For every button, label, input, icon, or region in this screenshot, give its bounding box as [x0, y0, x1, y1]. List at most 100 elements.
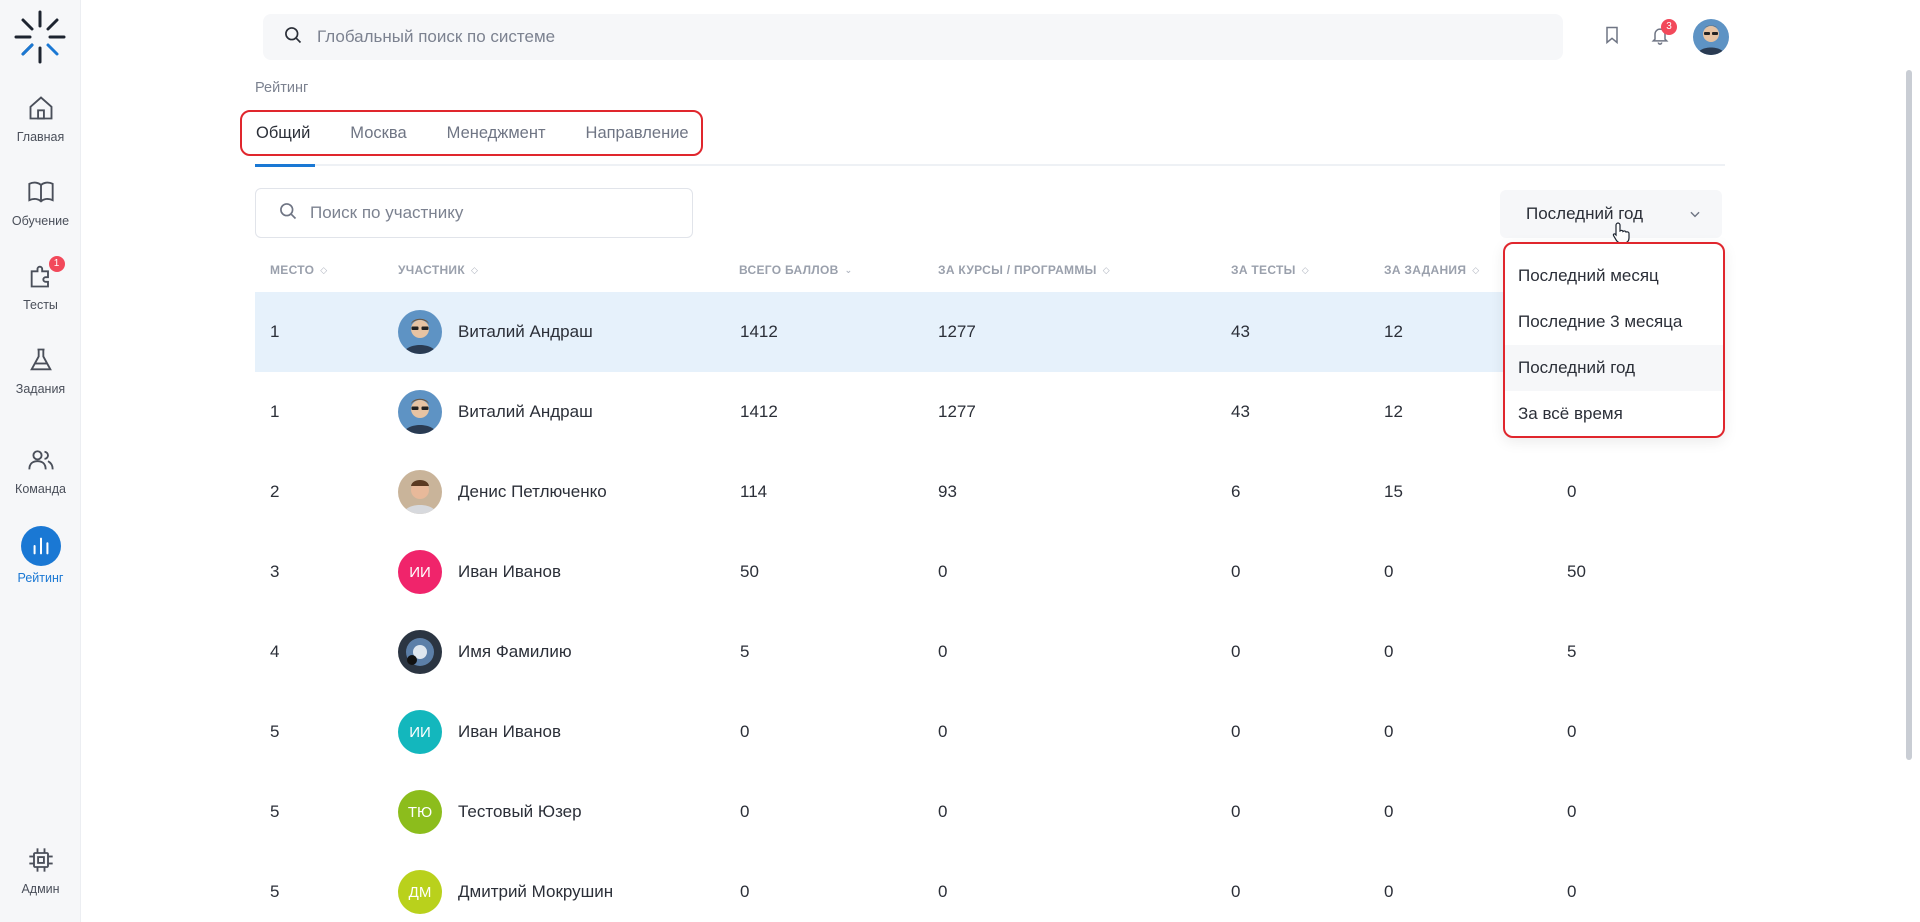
sidebar-item-admin[interactable]: Админ — [0, 846, 81, 896]
table-row[interactable]: 2 Денис Петлюченко 114 93 6 15 0 — [255, 452, 1725, 532]
total-score-cell: 0 — [740, 722, 750, 741]
home-icon — [27, 94, 55, 122]
chart-icon — [20, 526, 61, 566]
participant-cell[interactable]: Виталий Андраш — [398, 388, 593, 436]
search-icon — [278, 201, 298, 226]
search-icon — [283, 25, 303, 50]
table-row[interactable]: 3 ИИ Иван Иванов 50 0 0 0 50 — [255, 532, 1725, 612]
place-cell: 4 — [270, 642, 280, 661]
notifications-badge: 3 — [1661, 19, 1677, 35]
bookmark-button[interactable] — [1597, 22, 1627, 52]
tasks-score-cell: 0 — [1384, 882, 1394, 901]
extra-score-cell: 0 — [1567, 802, 1577, 821]
participant-cell[interactable]: Имя Фамилию — [398, 628, 572, 676]
participant-search-input[interactable]: Поиск по участнику — [255, 188, 693, 238]
sidebar-item-label: Обучение — [11, 214, 70, 228]
place-cell: 5 — [270, 802, 280, 821]
table-row[interactable]: 5 ТЮ Тестовый Юзер 0 0 0 0 0 — [255, 772, 1725, 852]
participant-name: Тестовый Юзер — [458, 802, 582, 821]
scrollbar[interactable] — [1906, 70, 1912, 760]
sort-icon: ◇ — [1102, 264, 1110, 275]
avatar — [398, 630, 442, 674]
participant-cell[interactable]: ТЮ Тестовый Юзер — [398, 788, 582, 836]
period-option-3-months[interactable]: Последние 3 месяца — [1505, 299, 1723, 345]
column-header-tests[interactable]: ЗА ТЕСТЫ ◇ — [1231, 263, 1309, 277]
participant-cell[interactable]: ИИ Иван Иванов — [398, 548, 561, 596]
chip-icon — [27, 846, 55, 874]
courses-score-cell: 0 — [938, 562, 948, 581]
participant-search-placeholder: Поиск по участнику — [310, 203, 464, 222]
sidebar-item-label: Тесты — [23, 298, 58, 312]
courses-score-cell: 1277 — [938, 322, 976, 341]
sort-icon: ◇ — [1472, 264, 1480, 275]
tasks-score-cell: 15 — [1384, 482, 1403, 501]
table-row[interactable]: 5 ИИ Иван Иванов 0 0 0 0 0 — [255, 692, 1725, 772]
tests-score-cell: 0 — [1231, 882, 1241, 901]
extra-score-cell: 5 — [1567, 642, 1577, 661]
period-option-all-time[interactable]: За всё время — [1505, 391, 1723, 437]
tests-score-cell: 6 — [1231, 482, 1241, 501]
sort-desc-icon: ⌄ — [844, 264, 853, 275]
table-row[interactable]: 5 ДМ Дмитрий Мокрушин 0 0 0 0 0 — [255, 852, 1725, 922]
total-score-cell: 1412 — [740, 402, 778, 421]
period-option-year[interactable]: Последний год — [1505, 345, 1723, 391]
avatar: ДМ — [398, 870, 442, 914]
tab-management[interactable]: Менеджмент — [447, 112, 546, 154]
sidebar-item-tasks[interactable]: Задания — [0, 346, 81, 396]
sidebar-item-team[interactable]: Команда — [0, 446, 81, 496]
tab-direction[interactable]: Направление — [586, 112, 689, 154]
courses-score-cell: 0 — [938, 882, 948, 901]
sidebar-item-tests[interactable]: 1 Тесты — [0, 256, 81, 312]
sidebar-item-home[interactable]: Главная — [0, 94, 81, 144]
participant-name: Дмитрий Мокрушин — [458, 882, 614, 901]
user-avatar[interactable] — [1693, 19, 1729, 55]
period-select[interactable]: Последний год — [1500, 190, 1722, 238]
period-dropdown: Последний месяц Последние 3 месяца После… — [1503, 242, 1725, 438]
participant-name: Виталий Андраш — [458, 322, 593, 341]
avatar — [398, 390, 442, 434]
total-score-cell: 1412 — [740, 322, 778, 341]
tests-score-cell: 43 — [1231, 322, 1250, 341]
logo[interactable] — [12, 8, 68, 66]
total-score-cell: 0 — [740, 882, 750, 901]
avatar: ТЮ — [398, 790, 442, 834]
sidebar-item-learning[interactable]: Обучение — [0, 178, 81, 228]
participant-cell[interactable]: ДМ Дмитрий Мокрушин — [398, 868, 613, 916]
period-option-month[interactable]: Последний месяц — [1505, 253, 1723, 299]
tab-general[interactable]: Общий — [256, 112, 310, 154]
participant-cell[interactable]: Виталий Андраш — [398, 308, 593, 356]
participant-cell[interactable]: Денис Петлюченко — [398, 468, 607, 516]
avatar — [398, 470, 442, 514]
participant-cell[interactable]: ИИ Иван Иванов — [398, 708, 561, 756]
sidebar-item-rating[interactable]: Рейтинг — [0, 526, 81, 585]
courses-score-cell: 93 — [938, 482, 957, 501]
place-cell: 1 — [270, 402, 280, 421]
sidebar-item-label: Главная — [16, 130, 65, 144]
courses-score-cell: 1277 — [938, 402, 976, 421]
column-header-courses[interactable]: ЗА КУРСЫ / ПРОГРАММЫ ◇ — [938, 263, 1110, 277]
column-header-place[interactable]: МЕСТО ◇ — [270, 263, 327, 277]
courses-score-cell: 0 — [938, 722, 948, 741]
global-search-input[interactable]: Глобальный поиск по системе — [263, 14, 1563, 60]
column-header-participant[interactable]: УЧАСТНИК ◇ — [398, 263, 478, 277]
global-search-placeholder: Глобальный поиск по системе — [317, 27, 556, 46]
sidebar: Главная Обучение 1 Тесты Задания Команда… — [0, 0, 81, 922]
column-header-tasks[interactable]: ЗА ЗАДАНИЯ ◇ — [1384, 263, 1480, 277]
column-header-total[interactable]: ВСЕГО БАЛЛОВ ⌄ — [739, 263, 852, 277]
tasks-score-cell: 0 — [1384, 562, 1394, 581]
chevron-down-icon — [1688, 207, 1702, 226]
breadcrumb: Рейтинг — [255, 80, 309, 96]
sort-icon: ◇ — [470, 264, 479, 275]
participant-name: Иван Иванов — [458, 722, 562, 741]
total-score-cell: 114 — [740, 482, 768, 501]
period-select-value: Последний год — [1526, 204, 1644, 223]
tab-moscow[interactable]: Москва — [350, 112, 406, 154]
table-row[interactable]: 4 Имя Фамилию 5 0 0 0 5 — [255, 612, 1725, 692]
participant-name: Денис Петлюченко — [458, 482, 607, 501]
notifications-button[interactable]: 3 — [1645, 19, 1677, 52]
place-cell: 1 — [270, 322, 280, 341]
participant-name: Виталий Андраш — [458, 402, 593, 421]
tasks-score-cell: 12 — [1384, 402, 1403, 421]
book-icon — [27, 178, 55, 206]
participant-name: Иван Иванов — [458, 562, 562, 581]
